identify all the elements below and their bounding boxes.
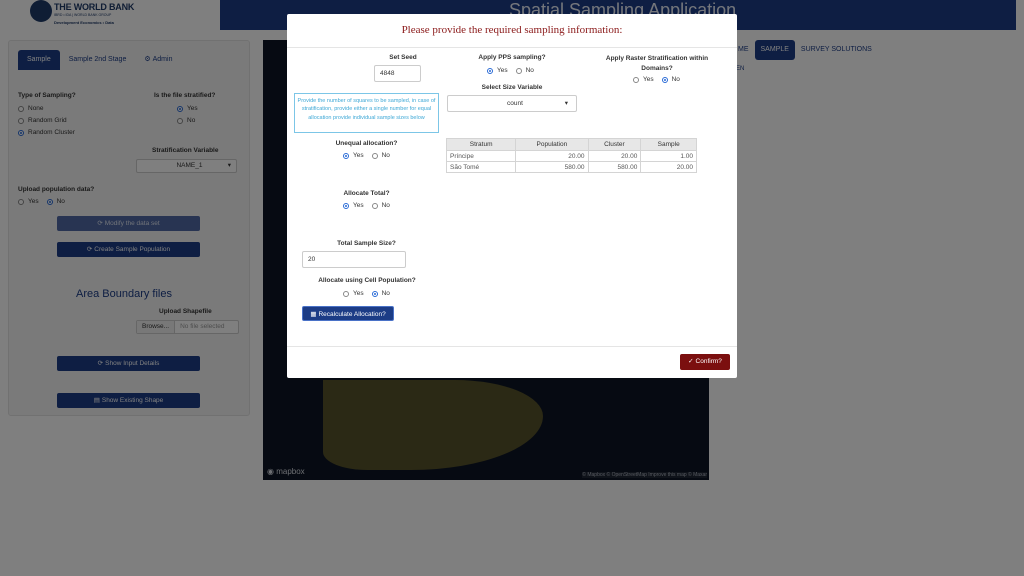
total-sample-size-input[interactable]: 20 xyxy=(302,251,406,268)
radio-label: Yes xyxy=(353,290,364,297)
radio-label: No xyxy=(671,76,680,83)
allocate-cell-population-label: Allocate using Cell Population? xyxy=(318,277,416,284)
table-cell: 20.00 xyxy=(587,150,642,162)
table-row: São Tomé 580.00 580.00 20.00 xyxy=(445,161,697,173)
radio-dot-selected[interactable] xyxy=(343,152,349,159)
size-variable-select[interactable]: count ▾ xyxy=(447,95,577,112)
pps-sampling-label: Apply PPS sampling? xyxy=(478,54,546,61)
size-variable-label: Select Size Variable xyxy=(481,84,543,91)
table-cell: 20.00 xyxy=(515,150,589,162)
modal-footer-divider xyxy=(287,346,737,347)
allocate-total-radio-group: Yes No xyxy=(343,202,390,209)
radio-dot[interactable] xyxy=(515,67,522,74)
radio-dot[interactable] xyxy=(371,202,378,209)
unequal-radio-group: Yes No xyxy=(343,152,390,159)
pps-radio-group: Yes No xyxy=(487,67,534,74)
modal-title: Please provide the required sampling inf… xyxy=(401,24,623,36)
column-header[interactable]: Population xyxy=(515,138,589,151)
raster-stratification-label: Apply Raster Stratification within Domai… xyxy=(605,55,709,72)
column-header[interactable]: Stratum xyxy=(445,138,517,151)
radio-label: Yes xyxy=(353,152,364,159)
radio-dot[interactable] xyxy=(633,76,639,83)
radio-label: No xyxy=(381,290,390,297)
recalculate-allocation-button[interactable]: ▦ Recalculate Allocation? xyxy=(302,306,394,321)
table-cell: 580.00 xyxy=(587,161,642,173)
set-seed-label: Set Seed xyxy=(389,54,417,61)
check-icon: ✓ xyxy=(688,358,694,365)
sample-size-help-text: Provide the number of squares to be samp… xyxy=(294,93,439,133)
radio-dot-selected[interactable] xyxy=(661,76,668,83)
radio-dot-selected[interactable] xyxy=(487,67,493,74)
table-header-row: Stratum Population Cluster Sample xyxy=(445,138,697,151)
table-cell[interactable]: 20.00 xyxy=(640,161,697,173)
button-label: Recalculate Allocation? xyxy=(318,311,386,318)
sampling-info-modal: Please provide the required sampling inf… xyxy=(287,14,737,378)
radio-label: No xyxy=(525,67,534,74)
allocate-total-label: Allocate Total? xyxy=(343,190,390,197)
radio-label: No xyxy=(381,152,390,159)
table-cell[interactable]: 1.00 xyxy=(640,150,697,162)
radio-dot[interactable] xyxy=(371,152,378,159)
table-cell: Príncipe xyxy=(445,150,517,162)
button-label: Confirm? xyxy=(695,358,722,365)
column-header[interactable]: Cluster xyxy=(587,138,642,151)
calculator-icon: ▦ xyxy=(310,311,317,318)
cell-population-radio-group: Yes No xyxy=(343,290,390,297)
caret-down-icon: ▾ xyxy=(564,100,568,107)
table-cell: 580.00 xyxy=(515,161,589,173)
radio-label: No xyxy=(381,202,390,209)
confirm-button[interactable]: ✓ Confirm? xyxy=(680,354,730,370)
allocation-table: Stratum Population Cluster Sample Prínci… xyxy=(445,138,697,173)
table-cell: São Tomé xyxy=(445,161,517,173)
table-row: Príncipe 20.00 20.00 1.00 xyxy=(445,150,697,162)
total-sample-size-label: Total Sample Size? xyxy=(337,240,396,247)
raster-radio-group: Yes No xyxy=(633,76,680,83)
radio-label: Yes xyxy=(497,67,508,74)
radio-dot[interactable] xyxy=(343,290,349,297)
radio-label: Yes xyxy=(643,76,654,83)
select-value: count xyxy=(507,100,523,107)
radio-dot-selected[interactable] xyxy=(343,202,349,209)
radio-label: Yes xyxy=(353,202,364,209)
radio-dot-selected[interactable] xyxy=(371,290,378,297)
modal-header-divider xyxy=(287,47,737,48)
column-header[interactable]: Sample xyxy=(640,138,697,151)
unequal-allocation-label: Unequal allocation? xyxy=(335,140,398,147)
seed-input[interactable]: 4848 xyxy=(374,65,421,82)
